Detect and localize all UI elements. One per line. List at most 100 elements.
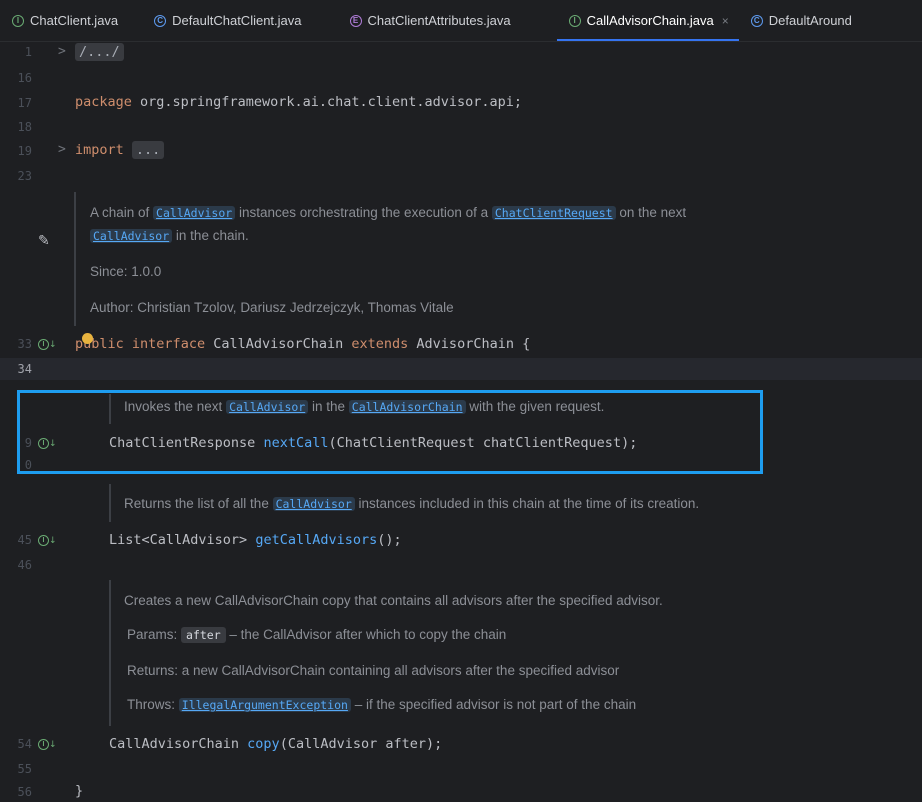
nextcall-doc: Invokes the next CallAdvisor in the Call… — [124, 399, 605, 414]
copy-doc-desc: Creates a new CallAdvisorChain copy that… — [124, 593, 663, 608]
doc-bar — [109, 394, 111, 424]
lightbulb-icon[interactable] — [82, 333, 93, 344]
implementations-gutter-icon[interactable]: I — [38, 535, 49, 546]
line-number: 1 — [24, 45, 32, 59]
doc-bar — [109, 580, 111, 726]
doc-link[interactable]: CallAdvisor — [226, 400, 309, 414]
line-number: 45 — [17, 533, 32, 547]
code-line: 56 } — [0, 782, 922, 802]
tab-label: DefaultChatClient.java — [172, 13, 302, 28]
line-number: 17 — [17, 96, 32, 110]
interface-icon: I — [568, 14, 581, 27]
line-number: 9 — [24, 436, 32, 450]
doc-link[interactable]: CallAdvisor — [272, 497, 355, 511]
line-number: 55 — [17, 762, 32, 776]
class-icon: C — [154, 14, 167, 27]
interface-icon: I — [12, 14, 24, 27]
method-name: copy — [247, 736, 280, 752]
folded-header[interactable]: /.../ — [75, 43, 124, 61]
tab-defaultchatclient[interactable]: C DefaultChatClient.java — [128, 0, 311, 41]
doc-link[interactable]: CallAdvisorChain — [348, 400, 466, 414]
line-number: 23 — [17, 169, 32, 183]
interface-name: CallAdvisorChain — [205, 336, 352, 352]
editor-tab-bar: I ChatClient.java C DefaultChatClient.ja… — [0, 0, 922, 42]
doc-link[interactable]: ChatClientRequest — [491, 206, 616, 220]
tab-label: DefaultAround — [768, 13, 852, 28]
code-line: 54 I ↓ CallAdvisorChain copy(CallAdvisor… — [0, 734, 922, 756]
code-line: 55 — [0, 759, 922, 781]
line-number: 19 — [17, 144, 32, 158]
enum-icon: E — [349, 14, 362, 27]
parent-interface: AdvisorChain { — [408, 336, 531, 352]
package-name: org.springframework.ai.chat.client.advis… — [131, 94, 523, 110]
implementations-gutter-icon[interactable]: I — [38, 438, 49, 449]
code-line: 46 — [0, 555, 922, 577]
method-name: nextCall — [263, 435, 329, 451]
arrow-down-icon: ↓ — [49, 536, 57, 546]
line-number: 54 — [17, 737, 32, 751]
line-number: 56 — [17, 785, 32, 799]
closing-brace: } — [75, 783, 84, 799]
class-doc-author: Author: Christian Tzolov, Dariusz Jedrze… — [90, 300, 454, 315]
line-number: 34 — [17, 362, 32, 376]
code-line: 23 — [0, 166, 922, 188]
pencil-icon[interactable]: ✎ — [38, 232, 50, 249]
arrow-down-icon: ↓ — [49, 340, 57, 350]
line-number: 33 — [17, 337, 32, 351]
param-name: after — [181, 627, 226, 643]
class-doc-line2: CallAdvisor in the chain. — [90, 228, 249, 243]
code-line: 18 — [0, 117, 922, 139]
class-icon: C — [750, 14, 763, 27]
keyword: import — [75, 142, 124, 158]
tab-chatclient[interactable]: I ChatClient.java — [0, 0, 128, 41]
return-type: CallAdvisorChain — [109, 736, 248, 752]
code-line: 45 I ↓ List<CallAdvisor> getCallAdvisors… — [0, 530, 922, 552]
fold-arrow-icon[interactable]: > — [58, 44, 66, 59]
tab-label: ChatClient.java — [30, 13, 119, 28]
close-icon[interactable]: × — [722, 14, 729, 28]
code-editor[interactable]: 1 > /.../ 16 17 package org.springframew… — [0, 42, 922, 802]
line-number: 46 — [17, 558, 32, 572]
tab-label: CallAdvisorChain.java — [586, 13, 714, 28]
method-params: (); — [377, 532, 402, 548]
tab-defaultaround[interactable]: C DefaultAround — [739, 0, 862, 41]
class-doc-line1: A chain of CallAdvisor instances orchest… — [90, 205, 687, 220]
code-line: 34 — [0, 358, 922, 380]
method-name: getCallAdvisors — [255, 532, 378, 548]
folded-imports[interactable]: ... — [131, 141, 165, 159]
implementations-gutter-icon[interactable]: I — [38, 339, 49, 350]
method-params: (ChatClientRequest chatClientRequest); — [328, 435, 638, 451]
tab-chatclientattributes[interactable]: E ChatClientAttributes.java — [312, 0, 521, 41]
code-line: 0 — [0, 456, 922, 476]
doc-link[interactable]: CallAdvisor — [153, 206, 236, 220]
copy-doc-throws: Throws: IllegalArgumentException – if th… — [127, 697, 637, 712]
doc-bar — [74, 192, 76, 326]
line-number: 0 — [24, 458, 32, 472]
arrow-down-icon: ↓ — [49, 439, 57, 449]
tab-label: ChatClientAttributes.java — [367, 13, 511, 28]
code-line: 33 I ↓ public interface CallAdvisorChain… — [0, 334, 922, 356]
line-number: 18 — [17, 120, 32, 134]
getcalladvisors-doc: Returns the list of all the CallAdvisor … — [124, 496, 700, 511]
arrow-down-icon: ↓ — [49, 740, 57, 750]
keyword: interface — [131, 336, 206, 352]
doc-link[interactable]: IllegalArgumentException — [178, 698, 351, 712]
code-line: 19 > import ... — [0, 141, 922, 163]
code-line: 17 package org.springframework.ai.chat.c… — [0, 93, 922, 115]
return-type: List<CallAdvisor> — [109, 532, 256, 548]
tab-calladvisorchain[interactable]: I CallAdvisorChain.java × — [556, 0, 739, 41]
keyword: extends — [351, 336, 409, 352]
implementations-gutter-icon[interactable]: I — [38, 739, 49, 750]
method-params: (CallAdvisor after); — [279, 736, 443, 752]
code-line: 9 I ↓ ChatClientResponse nextCall(ChatCl… — [0, 433, 922, 455]
doc-bar — [109, 484, 111, 522]
line-number: 16 — [17, 71, 32, 85]
copy-doc-params: Params: after – the CallAdvisor after wh… — [127, 627, 507, 643]
code-line: 1 > /.../ — [0, 42, 922, 64]
class-doc-since: Since: 1.0.0 — [90, 264, 162, 279]
return-type: ChatClientResponse — [109, 435, 264, 451]
keyword: package — [75, 94, 132, 110]
copy-doc-returns: Returns: a new CallAdvisorChain containi… — [127, 663, 620, 678]
doc-link[interactable]: CallAdvisor — [90, 229, 173, 243]
fold-arrow-icon[interactable]: > — [58, 142, 66, 157]
